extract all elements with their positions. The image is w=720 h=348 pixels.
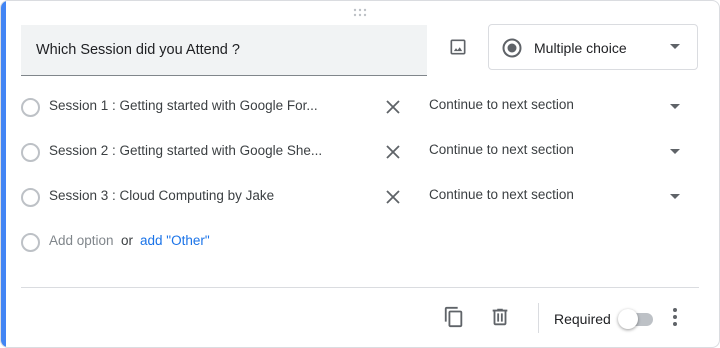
add-option-button[interactable]: Add option xyxy=(49,233,114,248)
option-row: Session 3 : Cloud Computing by Jake Cont… xyxy=(21,185,701,209)
caret-down-icon[interactable] xyxy=(670,194,680,200)
option-radio xyxy=(21,143,40,162)
add-other-link[interactable]: add "Other" xyxy=(140,233,210,248)
caret-down-icon xyxy=(670,44,680,49)
caret-down-icon[interactable] xyxy=(670,149,680,155)
option-label[interactable]: Session 3 : Cloud Computing by Jake xyxy=(49,188,274,203)
option-row: Session 1 : Getting started with Google … xyxy=(21,95,701,119)
toggle-knob xyxy=(618,309,638,329)
drag-handle-icon[interactable] xyxy=(352,8,368,18)
go-to-section-dropdown[interactable]: Continue to next section xyxy=(429,97,574,112)
question-type-label: Multiple choice xyxy=(534,40,627,56)
question-title: Which Session did you Attend ? xyxy=(36,42,240,58)
more-vert-icon[interactable] xyxy=(669,306,681,328)
go-to-section-dropdown[interactable]: Continue to next section xyxy=(429,142,574,157)
question-title-input[interactable]: Which Session did you Attend ? xyxy=(21,25,427,76)
question-type-dropdown[interactable]: Multiple choice xyxy=(488,24,698,70)
option-label[interactable]: Session 1 : Getting started with Google … xyxy=(49,98,318,113)
close-icon[interactable] xyxy=(383,97,403,117)
duplicate-button[interactable] xyxy=(442,305,466,329)
option-radio xyxy=(21,98,40,117)
go-to-section-dropdown[interactable]: Continue to next section xyxy=(429,187,574,202)
trash-icon xyxy=(492,308,508,326)
footer-separator xyxy=(538,303,539,333)
radio-checked-icon xyxy=(502,38,522,58)
add-image-button[interactable] xyxy=(445,34,471,60)
required-toggle[interactable] xyxy=(617,309,655,329)
question-card: Which Session did you Attend ? Multiple … xyxy=(0,0,720,348)
option-row: Session 2 : Getting started with Google … xyxy=(21,140,701,164)
close-icon[interactable] xyxy=(383,142,403,162)
option-label[interactable]: Session 2 : Getting started with Google … xyxy=(49,143,322,158)
copy-icon xyxy=(444,306,463,328)
add-option-row: Add option or add "Other" xyxy=(21,230,701,254)
image-icon xyxy=(450,39,466,55)
footer-divider xyxy=(21,287,699,288)
option-radio xyxy=(21,233,40,252)
option-radio xyxy=(21,188,40,207)
caret-down-icon[interactable] xyxy=(670,104,680,110)
close-icon[interactable] xyxy=(383,187,403,207)
or-text: or xyxy=(121,233,134,248)
active-accent-bar xyxy=(1,1,6,347)
delete-button[interactable] xyxy=(488,305,512,329)
required-label: Required xyxy=(554,311,611,327)
